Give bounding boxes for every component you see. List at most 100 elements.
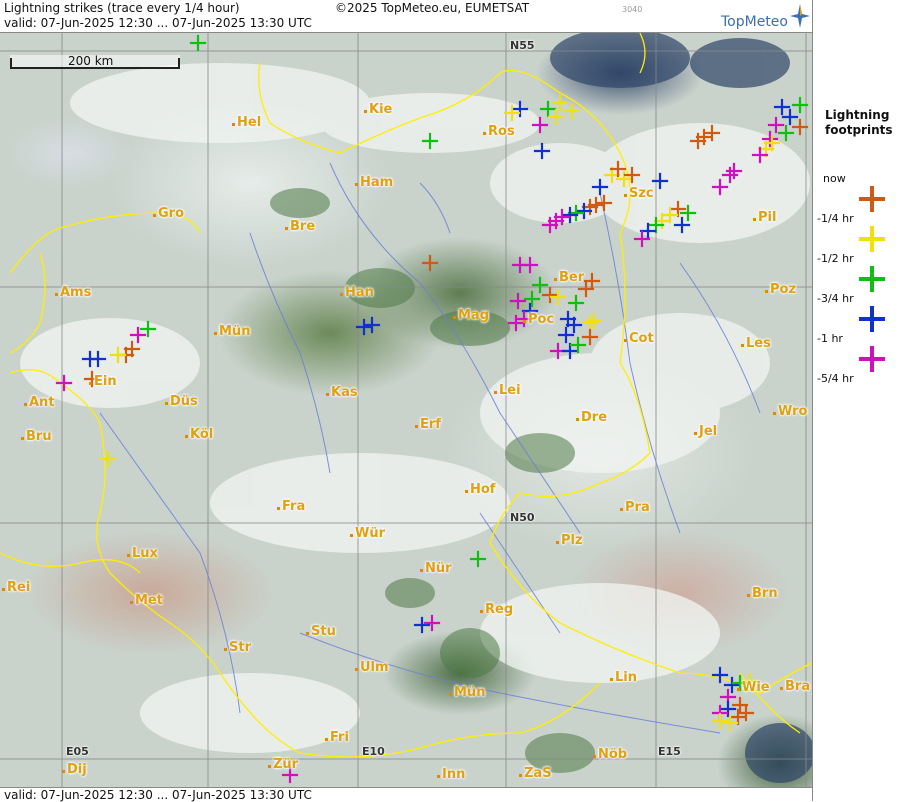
lightning-strike-marker xyxy=(363,316,381,334)
city-label: Hel xyxy=(231,115,262,130)
city-label: Zür xyxy=(267,757,299,772)
lightning-strike-marker xyxy=(541,286,559,304)
city-label: Lin xyxy=(610,670,637,685)
lightning-strike-marker xyxy=(423,614,441,632)
city-label: Han xyxy=(340,285,374,300)
legend-item-quarter: -1/4 hr xyxy=(813,212,904,252)
city-label: Ham xyxy=(354,175,394,190)
scale-bar: 200 km xyxy=(10,54,180,69)
lightning-strike-marker xyxy=(777,124,795,142)
city-label: Wie xyxy=(737,680,770,695)
lightning-strike-marker xyxy=(509,292,527,310)
city-label: Pra xyxy=(620,500,650,515)
legend-title: Lightning footprints xyxy=(825,108,893,138)
lightning-strike-marker xyxy=(711,712,729,730)
lightning-strike-marker xyxy=(567,294,585,312)
grid-label-e10: E10 xyxy=(362,745,385,758)
grid-label-e15: E15 xyxy=(658,745,681,758)
city-label: Les xyxy=(741,336,771,351)
lightning-strike-marker xyxy=(189,34,207,52)
legend-item-half: -1/2 hr xyxy=(813,252,904,292)
lightning-strike-marker xyxy=(791,118,809,136)
logo-text: TopMeteo xyxy=(721,14,788,30)
lightning-strike-marker xyxy=(99,450,117,468)
copyright: ©2025 TopMeteo.eu, EUMETSAT xyxy=(335,1,530,15)
city-label: Rei xyxy=(1,580,31,595)
city-label: Inn xyxy=(436,767,466,782)
cross-magenta-icon xyxy=(859,346,885,372)
city-label: Reg xyxy=(479,602,514,617)
grid-label-e05: E05 xyxy=(66,745,89,758)
lightning-strike-marker xyxy=(421,254,439,272)
city-label: Nöb xyxy=(592,747,628,762)
lightning-strike-marker xyxy=(355,318,373,336)
city-label: Düs xyxy=(165,394,198,409)
satellite-map[interactable]: 200 km N55 N50 E05 E10 E15 Hel Kie Ros H… xyxy=(0,33,812,787)
cross-blue-icon xyxy=(859,306,885,332)
map-footer: valid: 07-Jun-2025 12:30 ... 07-Jun-2025… xyxy=(0,787,812,802)
lightning-strike-marker xyxy=(557,326,575,344)
cross-green-icon xyxy=(859,266,885,292)
city-label: Gro xyxy=(152,206,185,221)
city-label: Wro xyxy=(772,404,808,419)
lightning-strike-marker xyxy=(563,102,581,120)
city-label: Wür xyxy=(349,526,386,541)
grid-label-n55: N55 xyxy=(510,39,535,52)
lightning-strike-marker xyxy=(469,550,487,568)
scale-label: 200 km xyxy=(68,54,114,68)
lightning-legend: Lightning footprints now -1/4 hr -1/2 hr… xyxy=(812,0,904,801)
lightning-strike-marker xyxy=(523,290,541,308)
lightning-strike-marker xyxy=(773,98,791,116)
city-label: Ulm xyxy=(355,660,389,675)
city-label: Bru xyxy=(21,429,52,444)
lightning-strike-marker xyxy=(767,116,785,134)
city-label: Met xyxy=(130,593,163,608)
city-label: Lux xyxy=(127,546,158,561)
city-label: Kas xyxy=(326,385,358,400)
city-label: Köl xyxy=(184,427,214,442)
legend-label: -1/2 hr xyxy=(817,252,854,265)
city-label: Dre xyxy=(575,410,608,425)
map-header: Lightning strikes (trace every 1/4 hour)… xyxy=(0,0,812,33)
footer-validity-time: valid: 07-Jun-2025 12:30 ... 07-Jun-2025… xyxy=(4,788,312,802)
city-label: Jel xyxy=(693,424,718,439)
legend-item-five-quarter: -5/4 hr xyxy=(813,372,904,412)
lightning-strike-marker xyxy=(547,108,565,126)
city-label: Ros xyxy=(483,124,515,139)
city-label: Erf xyxy=(415,417,441,432)
topmeteo-logo: TopMeteo xyxy=(714,2,810,32)
city-label: Stu xyxy=(306,624,336,639)
scale-tick-right xyxy=(178,58,180,68)
legend-label: -1/4 hr xyxy=(817,212,854,225)
legend-label: -3/4 hr xyxy=(817,292,854,305)
city-label: Mün xyxy=(448,685,486,700)
city-label: Poc xyxy=(522,312,555,327)
lightning-strike-marker xyxy=(581,328,599,346)
legend-label: -1 hr xyxy=(817,332,843,345)
lightning-strike-marker xyxy=(531,276,549,294)
cross-orange-icon xyxy=(859,186,885,212)
city-label: Ein xyxy=(89,374,117,389)
city-label: Plz xyxy=(556,533,583,548)
city-label: Dij xyxy=(62,762,87,777)
lightning-strike-marker xyxy=(413,616,431,634)
city-label: Ant xyxy=(24,395,55,410)
map-title: Lightning strikes (trace every 1/4 hour) xyxy=(4,1,240,15)
legend-item-three-quarter: -3/4 hr xyxy=(813,292,904,332)
city-label: Fra xyxy=(276,499,306,514)
city-label: Bre xyxy=(284,219,316,234)
city-label: Nür xyxy=(420,561,452,576)
city-label: Brn xyxy=(747,586,778,601)
lightning-strike-marker xyxy=(781,108,799,126)
city-label: Cot xyxy=(624,331,654,346)
legend-label: -5/4 hr xyxy=(817,372,854,385)
grid-label-n50: N50 xyxy=(510,511,535,524)
product-code: 3040 xyxy=(622,5,643,14)
city-label: Mün xyxy=(213,324,251,339)
lightning-strike-marker xyxy=(521,256,539,274)
scale-tick-left xyxy=(10,58,12,68)
validity-time: valid: 07-Jun-2025 12:30 ... 07-Jun-2025… xyxy=(4,16,312,30)
city-label: Hof xyxy=(464,482,496,497)
map-overlay xyxy=(0,33,812,787)
city-label: Poz xyxy=(764,282,797,297)
